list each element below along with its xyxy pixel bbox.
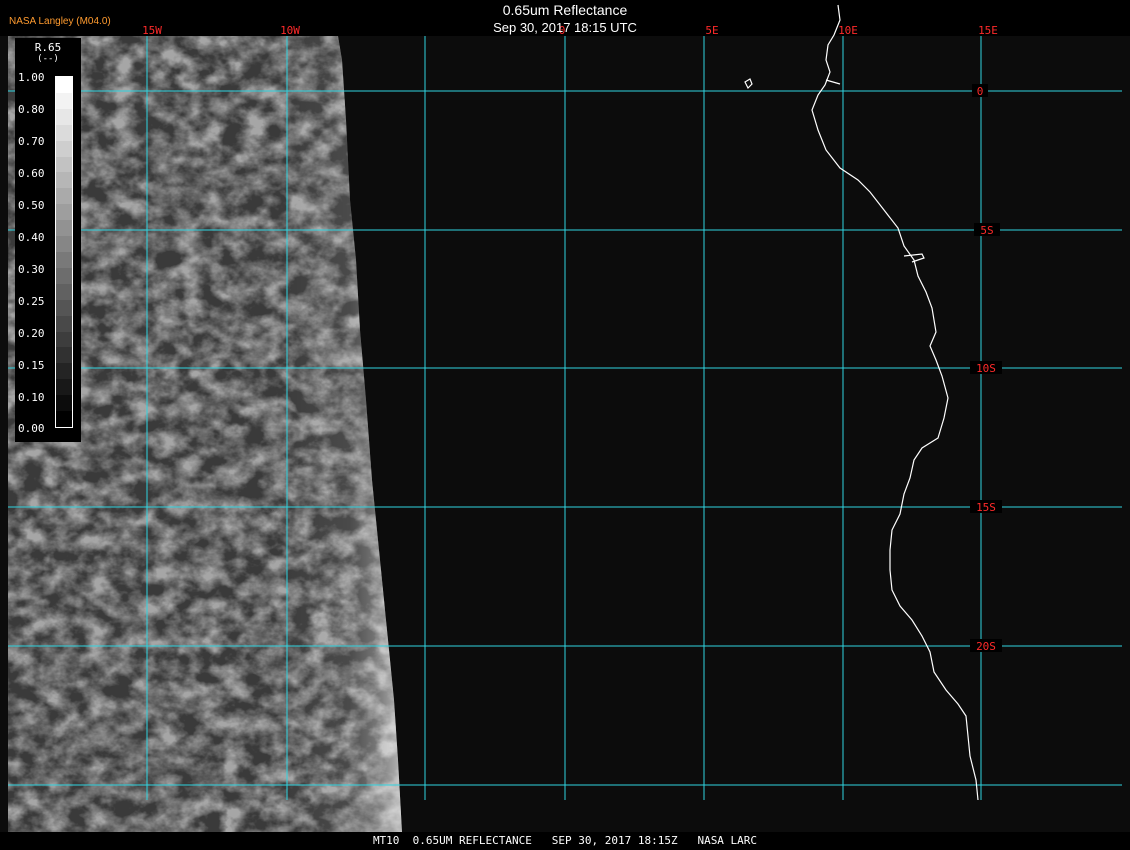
legend-value: 0.25	[18, 295, 45, 308]
legend-unit: (--)	[37, 54, 59, 64]
color-legend: R.65 (--) 1.00 0.80 0.70 0.60 0.50 0.40 …	[15, 38, 81, 442]
lat-label-20s: 20S	[976, 640, 996, 653]
satellite-map: 15W 10W 0 5E 10E 15E 0 5S 10S 15S 20S	[0, 4, 1130, 832]
legend-color-step	[56, 395, 72, 412]
image-title: 0.65um Reflectance	[502, 2, 628, 18]
legend-colorbar	[55, 76, 73, 428]
legend-value: 0.40	[18, 231, 45, 244]
legend-value: 0.20	[18, 327, 45, 340]
legend-color-step	[56, 172, 72, 189]
legend-value: 0.15	[18, 359, 45, 372]
legend-color-step	[56, 156, 72, 173]
legend-title: R.65	[34, 41, 62, 54]
legend-value: 0.80	[18, 103, 45, 116]
legend-color-step	[56, 220, 72, 237]
legend-color-step	[56, 108, 72, 125]
lat-label-15s: 15S	[976, 501, 996, 514]
legend-color-step	[56, 315, 72, 332]
lat-label-0: 0	[977, 85, 984, 98]
footer-caption: MT10 0.65UM REFLECTANCE SEP 30, 2017 18:…	[0, 832, 1130, 850]
legend-color-step	[56, 363, 72, 380]
legend-color-step	[56, 236, 72, 252]
lat-label-10s: 10S	[976, 362, 996, 375]
legend-value: 0.70	[18, 135, 45, 148]
legend-value: 0.10	[18, 391, 45, 404]
legend-color-step	[56, 188, 72, 205]
legend-color-step	[56, 331, 72, 348]
legend-value: 0.00	[18, 422, 45, 435]
legend-color-step	[56, 124, 72, 141]
legend-color-step	[56, 92, 72, 109]
legend-color-step	[56, 140, 72, 157]
legend-color-step	[56, 379, 72, 396]
legend-value: 0.50	[18, 199, 45, 212]
legend-color-step	[56, 299, 72, 316]
legend-value: 0.30	[18, 263, 45, 276]
legend-value: 1.00	[18, 71, 45, 84]
legend-color-step	[56, 267, 72, 284]
lat-label-5s: 5S	[980, 224, 993, 237]
legend-color-step	[56, 204, 72, 221]
image-timestamp: Sep 30, 2017 18:15 UTC	[493, 20, 637, 35]
legend-value: 0.60	[18, 167, 45, 180]
legend-color-step	[56, 283, 72, 300]
legend-color-step	[56, 251, 72, 268]
legend-color-step	[56, 347, 72, 364]
legend-color-step	[56, 77, 72, 93]
legend-color-step	[56, 411, 72, 427]
